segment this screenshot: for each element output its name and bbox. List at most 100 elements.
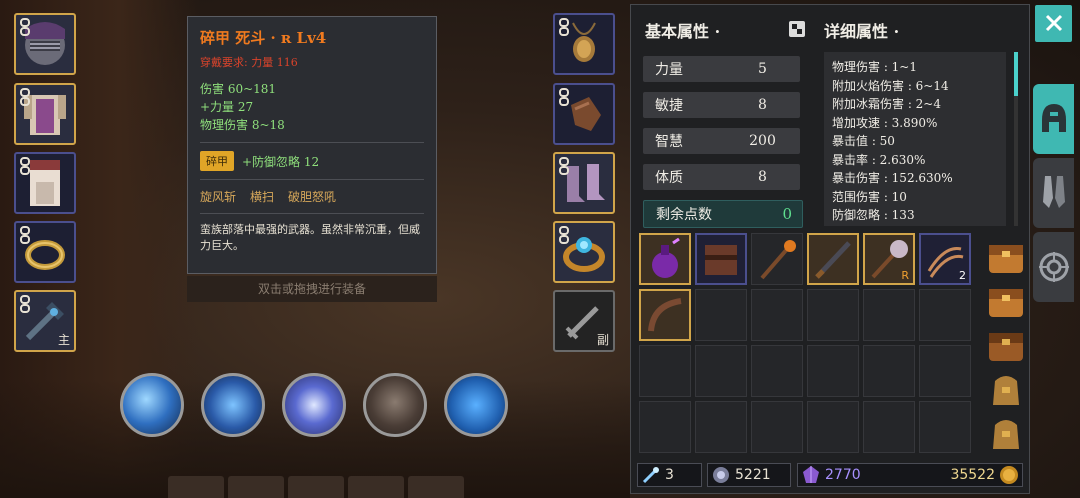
- inventory-item-torch-staff[interactable]: [751, 233, 803, 285]
- close-button[interactable]: [1035, 5, 1072, 42]
- bottom-tab[interactable]: [348, 476, 404, 498]
- skill-locked[interactable]: [363, 373, 427, 437]
- chain-icon: [559, 88, 569, 106]
- inventory-empty-slot[interactable]: [919, 345, 971, 397]
- item-title: 碎甲 死斗 · ʀ Lv4: [200, 29, 327, 47]
- bag-slot-1[interactable]: [985, 235, 1027, 277]
- inventory-empty-slot[interactable]: [807, 345, 859, 397]
- detail-stat: 暴击率 : 2.630%: [832, 152, 926, 167]
- equip-slot-ring[interactable]: [14, 221, 76, 283]
- equip-slot-legs[interactable]: [14, 152, 76, 214]
- bottom-tab[interactable]: [288, 476, 344, 498]
- item-quantity: 2: [959, 269, 966, 282]
- inventory-empty-slot[interactable]: [863, 401, 915, 453]
- equip-slot-gloves[interactable]: [553, 83, 615, 145]
- skill-ice-storm[interactable]: [201, 373, 265, 437]
- inventory-item-leather-armor[interactable]: [695, 233, 747, 285]
- item-skill: 横扫: [250, 190, 275, 204]
- inventory-empty-slot[interactable]: [639, 401, 691, 453]
- bottom-tab[interactable]: [408, 476, 464, 498]
- equip-slot-chest[interactable]: [14, 83, 76, 145]
- skill-ice-shard[interactable]: [120, 373, 184, 437]
- equip-slot-amulet[interactable]: [553, 13, 615, 75]
- silver-count: 5221: [735, 467, 771, 483]
- stat-label: 力量: [655, 62, 683, 78]
- equip-slot-main-hand[interactable]: 主: [14, 290, 76, 352]
- tab-target[interactable]: [1033, 232, 1074, 302]
- stat-label: 体质: [655, 170, 683, 186]
- inventory-item-spiked-mace[interactable]: R: [863, 233, 915, 285]
- detailed-attributes-header[interactable]: 详细属性 ·: [824, 18, 899, 42]
- detail-stat: 暴击伤害 : 152.630%: [832, 171, 953, 185]
- close-icon: [1045, 14, 1062, 32]
- chain-icon: [20, 295, 30, 313]
- inventory-empty-slot[interactable]: [695, 401, 747, 453]
- equip-slot-ring-2[interactable]: [553, 221, 615, 283]
- detail-stats-list[interactable]: 物理伤害 : 1~1 附加火焰伤害 : 6~14 附加冰霜伤害 : 2~4 增加…: [824, 52, 1006, 226]
- inventory-item-purple-potion[interactable]: [639, 233, 691, 285]
- bottom-tab[interactable]: [168, 476, 224, 498]
- item-description: 蛮族部落中最强的武器。虽然非常沉重，但威力巨大。: [200, 223, 420, 252]
- target-icon: [1039, 252, 1069, 282]
- inventory-empty-slot[interactable]: [751, 401, 803, 453]
- tab-gloves[interactable]: [1033, 158, 1074, 228]
- gem-effect: +防御忽略 12: [242, 154, 320, 169]
- inventory-empty-slot[interactable]: [863, 289, 915, 341]
- item-requirement: 穿戴要求: 力量 116: [200, 56, 298, 69]
- equip-slot-boots[interactable]: [553, 152, 615, 214]
- item-skill: 旋风斩: [200, 190, 237, 204]
- detail-stat: 增加攻速 : 3.890%: [832, 115, 938, 130]
- stat-value: 8: [758, 169, 767, 185]
- bag-slot-2[interactable]: [985, 279, 1027, 321]
- remaining-value: 0: [782, 205, 792, 223]
- chain-icon: [559, 18, 569, 36]
- inventory-item-wooden-bow[interactable]: [639, 289, 691, 341]
- item-stat: 物理伤害 8~18: [200, 118, 285, 132]
- equip-slot-helmet[interactable]: [14, 13, 76, 75]
- detail-stat: 物理伤害 : 1~1: [832, 60, 917, 74]
- equip-slot-off-hand[interactable]: 副: [553, 290, 615, 352]
- main-hand-tag: 主: [57, 333, 70, 347]
- skill-dash[interactable]: [444, 373, 508, 437]
- skill-frost-orb[interactable]: [282, 373, 346, 437]
- bag-slot-3[interactable]: [985, 323, 1027, 365]
- swap-icon[interactable]: [788, 20, 806, 38]
- detail-scrollbar[interactable]: [1014, 52, 1018, 226]
- inventory-empty-slot[interactable]: [751, 345, 803, 397]
- helmet-icon: [1042, 104, 1066, 132]
- chain-icon: [559, 226, 569, 244]
- crystal-count: 2770: [825, 467, 861, 483]
- rarity-badge: R: [901, 269, 909, 282]
- character-panel: 基本属性 · 详细属性 · 力量 5 敏捷 8 智慧 200 体质 8 剩余点数…: [630, 4, 1030, 494]
- equip-hint: 双击或拖拽进行装备: [187, 276, 437, 302]
- gloves-icon: [1043, 176, 1065, 208]
- item-tooltip: 碎甲 死斗 · ʀ Lv4 穿戴要求: 力量 116 伤害 60~181 +力量…: [187, 16, 437, 274]
- tab-equipment[interactable]: [1033, 84, 1074, 154]
- divider: [200, 213, 424, 214]
- item-skills: 旋风斩 横扫 破胆怒吼: [200, 188, 424, 205]
- stat-value: 8: [758, 97, 767, 113]
- bottom-tab[interactable]: [228, 476, 284, 498]
- silver-icon: [713, 467, 729, 483]
- bag-slot-5[interactable]: [985, 411, 1027, 453]
- inventory-item-claws[interactable]: 2: [919, 233, 971, 285]
- inventory-item-dark-sword[interactable]: [807, 233, 859, 285]
- inventory-empty-slot[interactable]: [863, 345, 915, 397]
- inventory-empty-slot[interactable]: [695, 345, 747, 397]
- inventory-empty-slot[interactable]: [807, 401, 859, 453]
- currency-crystal-gold: 2770 35522: [797, 463, 1023, 487]
- scroll-thumb[interactable]: [1014, 52, 1018, 96]
- gem-tag: 碎甲: [200, 151, 234, 171]
- stat-row-strength: 力量 5: [643, 56, 800, 82]
- inventory-empty-slot[interactable]: [807, 289, 859, 341]
- basic-attributes-header[interactable]: 基本属性 ·: [645, 18, 720, 42]
- bag-slot-4[interactable]: [985, 367, 1027, 409]
- inventory-empty-slot[interactable]: [919, 289, 971, 341]
- inventory-grid: R 2: [639, 233, 1023, 461]
- inventory-empty-slot[interactable]: [695, 289, 747, 341]
- detail-stat: 范围伤害 : 10: [832, 189, 907, 204]
- inventory-empty-slot[interactable]: [919, 401, 971, 453]
- inventory-empty-slot[interactable]: [751, 289, 803, 341]
- stat-row-constitution: 体质 8: [643, 164, 800, 190]
- inventory-empty-slot[interactable]: [639, 345, 691, 397]
